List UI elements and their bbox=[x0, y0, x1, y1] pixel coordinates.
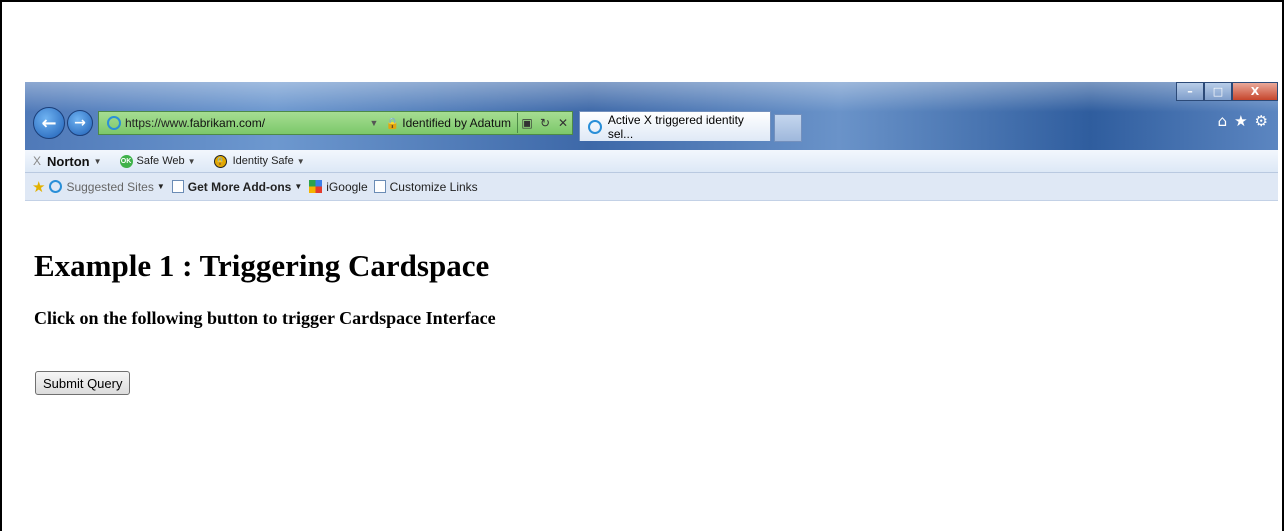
chevron-down-icon[interactable]: ▼ bbox=[188, 157, 196, 166]
favorites-icon[interactable]: ★ bbox=[32, 178, 45, 196]
chevron-down-icon[interactable]: ▼ bbox=[94, 157, 102, 166]
gear-icon[interactable]: ⚙ bbox=[1255, 112, 1268, 130]
norton-close-button[interactable]: X bbox=[33, 154, 41, 168]
maximize-button[interactable]: □ bbox=[1204, 82, 1232, 101]
address-bar[interactable]: https://www.fabrikam.com/ ▼ 🔒 Identified… bbox=[98, 111, 573, 135]
window-controls: – □ X bbox=[1176, 82, 1278, 101]
chevron-down-icon[interactable]: ▼ bbox=[297, 157, 305, 166]
safe-web-menu[interactable]: Safe Web bbox=[137, 155, 185, 167]
page-title: Example 1 : Triggering Cardspace bbox=[34, 248, 490, 283]
new-tab-button[interactable] bbox=[774, 114, 802, 142]
page-icon bbox=[171, 180, 184, 193]
identity-safe-menu[interactable]: Identity Safe bbox=[233, 155, 294, 167]
ie-icon bbox=[107, 116, 121, 130]
identity-safe-icon: 🔒 bbox=[213, 154, 227, 168]
back-button[interactable]: ← bbox=[33, 107, 65, 139]
favorites-star-icon[interactable]: ★ bbox=[1234, 112, 1247, 130]
tab-title: Active X triggered identity sel... bbox=[607, 112, 744, 141]
minimize-button[interactable]: – bbox=[1176, 82, 1204, 101]
customize-links-link[interactable]: Customize Links bbox=[390, 180, 478, 194]
identity-label[interactable]: Identified by Adatum bbox=[402, 116, 511, 130]
norton-toolbar: X Norton ▼ OK Safe Web ▼ 🔒 Identity Safe… bbox=[25, 150, 1278, 173]
compat-icon[interactable]: ▣ bbox=[518, 116, 536, 130]
stop-icon[interactable]: ✕ bbox=[554, 116, 572, 130]
navigation-row: ← → https://www.fabrikam.com/ ▼ 🔒 Identi… bbox=[33, 106, 1278, 142]
chevron-down-icon[interactable]: ▼ bbox=[157, 182, 165, 191]
norton-menu[interactable]: Norton bbox=[47, 154, 90, 169]
forward-icon: → bbox=[74, 115, 86, 131]
chevron-down-icon[interactable]: ▼ bbox=[294, 182, 302, 191]
title-bar: – □ X ← → https://www.fabrikam.com/ ▼ 🔒 … bbox=[25, 82, 1278, 150]
forward-button[interactable]: → bbox=[67, 110, 93, 136]
toolbar-right: ⌂ ★ ⚙ bbox=[1218, 112, 1268, 130]
close-button[interactable]: X bbox=[1232, 82, 1278, 101]
browser-window: – □ X ← → https://www.fabrikam.com/ ▼ 🔒 … bbox=[25, 82, 1278, 218]
igoogle-link[interactable]: iGoogle bbox=[326, 180, 367, 194]
suggested-sites-link[interactable]: Suggested Sites bbox=[66, 180, 153, 194]
igoogle-icon bbox=[309, 180, 323, 193]
address-dropdown-icon[interactable]: ▼ bbox=[370, 118, 386, 128]
address-url[interactable]: https://www.fabrikam.com/ bbox=[125, 116, 370, 130]
submit-query-button[interactable]: Submit Query bbox=[35, 371, 131, 395]
refresh-icon[interactable]: ↻ bbox=[536, 116, 554, 130]
ie-icon bbox=[588, 119, 602, 134]
page-content: Example 1 : Triggering Cardspace Click o… bbox=[34, 248, 496, 329]
page-subtitle: Click on the following button to trigger… bbox=[34, 308, 496, 328]
tab-active[interactable]: Active X triggered identity sel... bbox=[579, 111, 771, 141]
home-icon[interactable]: ⌂ bbox=[1218, 112, 1228, 130]
back-icon: ← bbox=[41, 112, 57, 134]
favorites-bar: ★ Suggested Sites ▼ Get More Add-ons ▼ i… bbox=[25, 173, 1278, 201]
get-more-addons-link[interactable]: Get More Add-ons bbox=[188, 180, 292, 194]
page-icon bbox=[373, 180, 386, 193]
ie-icon bbox=[49, 180, 63, 193]
lock-icon[interactable]: 🔒 bbox=[386, 117, 400, 130]
ok-badge-icon: OK bbox=[119, 154, 133, 168]
